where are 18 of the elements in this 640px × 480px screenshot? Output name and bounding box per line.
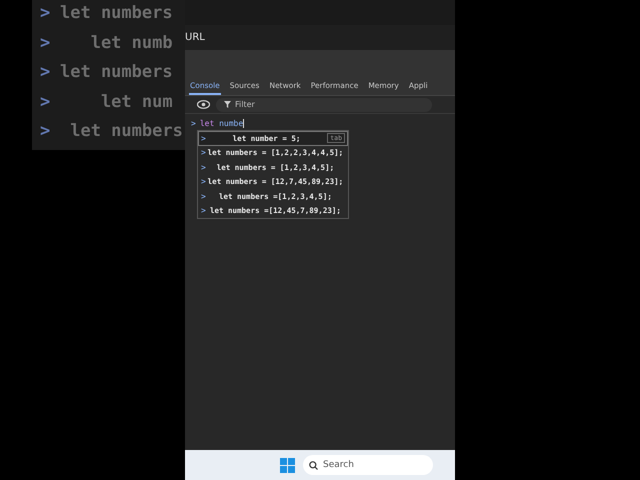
suggestion-text: let numbers [60, 3, 173, 24]
windows-start-icon[interactable] [280, 458, 295, 472]
suggestion-text: let numbers [69, 121, 183, 142]
suggestion-text: let num [100, 92, 173, 113]
prompt-glyph: > [39, 92, 52, 113]
prompt-glyph: > [39, 121, 52, 142]
eye-icon[interactable] [197, 100, 210, 109]
prompt-glyph: > [39, 32, 52, 54]
filter-icon [224, 101, 231, 108]
search-icon [309, 460, 318, 470]
console-input[interactable]: > let numbe [191, 119, 455, 128]
taskbar-search-field[interactable]: Search [303, 455, 433, 475]
suggestion-text: let numb [90, 32, 173, 54]
filter-field[interactable]: Filter [216, 98, 432, 112]
prompt-glyph: > [39, 3, 52, 24]
address-bar-text: URL [185, 32, 205, 43]
prompt-glyph: > [39, 62, 52, 84]
suggestion-text: let numbers [60, 62, 173, 84]
